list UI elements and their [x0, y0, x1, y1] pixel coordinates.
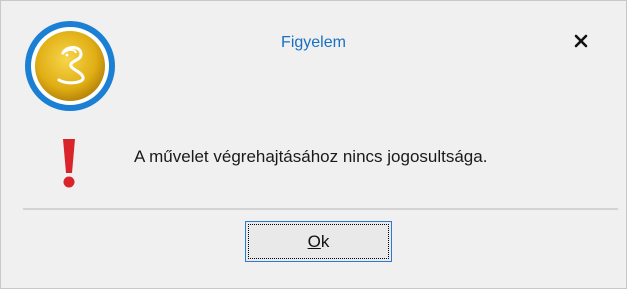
ok-label-mnemonic: O — [307, 231, 321, 251]
close-button[interactable] — [567, 27, 595, 55]
ok-button[interactable]: Ok — [245, 221, 392, 262]
ok-button-face: Ok — [248, 224, 389, 259]
dialog-title: Figyelem — [281, 34, 346, 51]
dialog-message: A művelet végrehajtásához nincs jogosult… — [134, 147, 488, 166]
alert-dialog: Figyelem A művelet végrehajtásához nincs… — [0, 0, 627, 289]
divider — [23, 208, 618, 210]
close-icon — [574, 34, 588, 48]
ok-label-rest: k — [320, 231, 330, 251]
exclamation-icon — [63, 139, 75, 188]
